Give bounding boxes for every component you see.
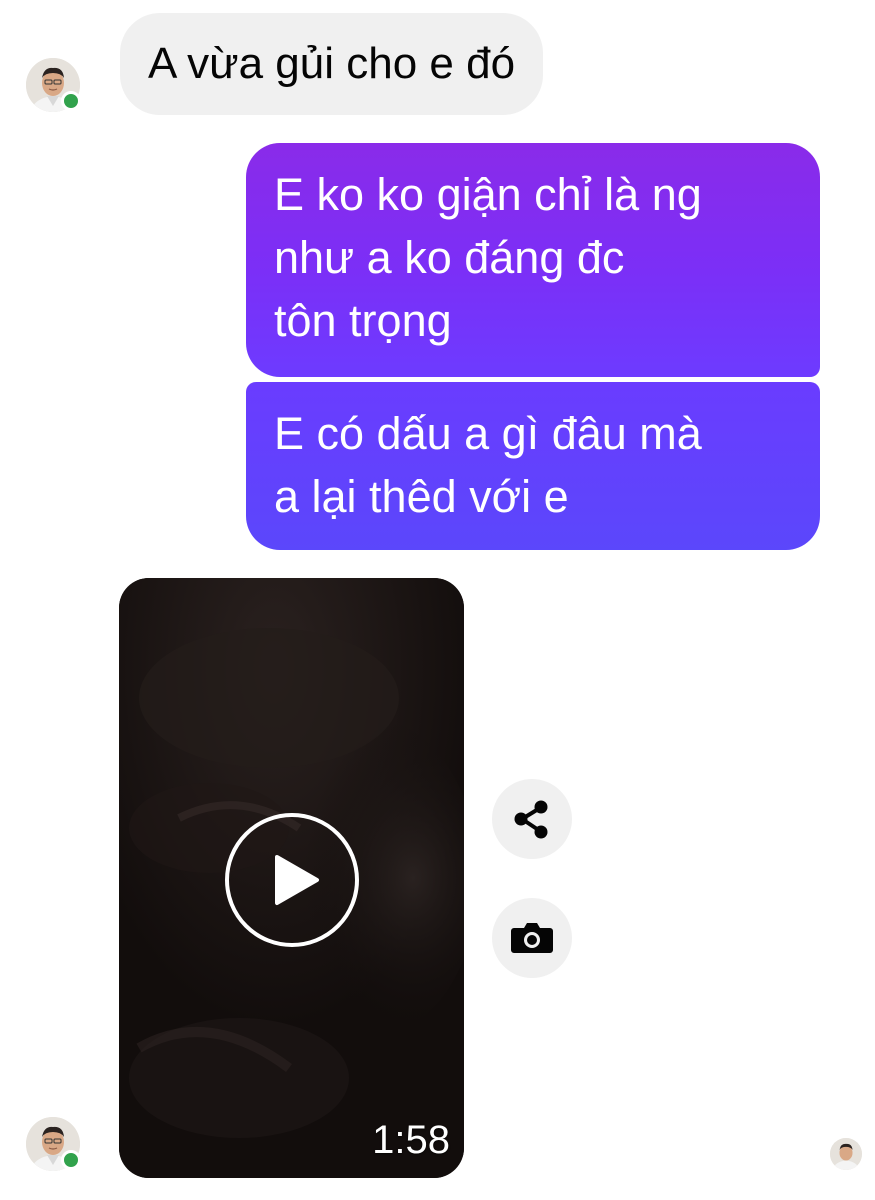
message-line: E ko ko giận chỉ là ng [274,169,702,220]
incoming-message-bubble[interactable]: A vừa gủi cho e đó [120,13,544,115]
message-line: a lại thêd với e [274,471,569,522]
online-status-dot [61,1150,81,1170]
outgoing-message-bubble[interactable]: E có dấu a gì đâu mà a lại thêd với e [246,382,820,550]
message-line: như a ko đáng đc [274,232,625,283]
share-icon [514,800,548,839]
message-line: E có dấu a gì đâu mà [274,408,702,459]
contact-avatar[interactable] [26,1117,81,1171]
camera-icon [511,923,553,953]
outgoing-message-bubble[interactable]: E ko ko giận chỉ là ng như a ko đáng đc … [246,143,820,377]
contact-avatar[interactable] [26,58,81,112]
message-line: tôn trọng [274,295,452,346]
chat-thread: A vừa gủi cho e đó E ko ko giận chỉ là n… [0,0,875,1200]
play-button[interactable] [225,813,359,947]
video-message[interactable]: 1:58 [119,578,464,1178]
read-receipt-avatar [830,1138,862,1170]
incoming-message-text: A vừa gủi cho e đó [148,39,516,88]
camera-button[interactable] [492,898,572,978]
play-icon [275,855,319,905]
online-status-dot [61,91,81,111]
share-button[interactable] [492,779,572,859]
video-duration: 1:58 [372,1118,450,1162]
